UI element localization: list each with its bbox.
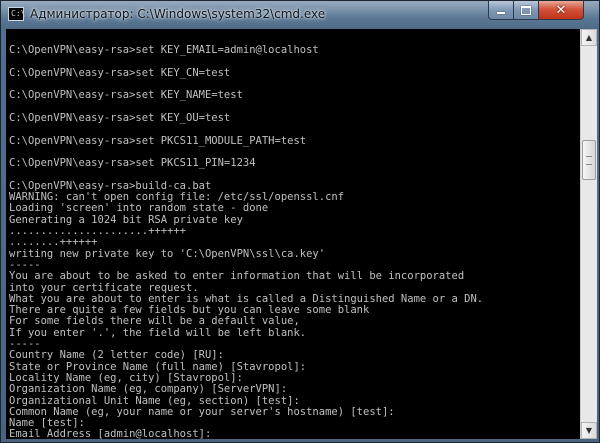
console-window: C:\ Администратор: C:\Windows\system32\c…	[0, 0, 600, 443]
console-line: C:\OpenVPN\easy-rsa>set KEY_OU=test	[9, 112, 231, 125]
maximize-button[interactable]	[513, 1, 539, 20]
console-line: Generating a 1024 bit RSA private key	[9, 213, 243, 226]
console-line: C:\OpenVPN\easy-rsa>set KEY_EMAIL=admin@…	[9, 44, 319, 57]
maximize-icon	[521, 5, 531, 15]
scroll-up-button[interactable]: ▲	[581, 29, 597, 46]
console-line: There are quite a few fields but you can…	[9, 304, 370, 317]
close-icon: ✕	[555, 2, 567, 18]
console-line: If you enter '.', the field will be left…	[9, 326, 307, 339]
console-line: Loading 'screen' into random state - don…	[9, 202, 269, 215]
console-output[interactable]: C:\OpenVPN\easy-rsa>set KEY_EMAIL=admin@…	[6, 29, 580, 439]
console-line: ........++++++	[9, 236, 98, 249]
console-line: Locality Name (eg, city) [Stavropol]:	[9, 371, 243, 384]
console-line: into your certificate request.	[9, 281, 199, 294]
console-line: Email Address [admin@localhost]:	[9, 428, 212, 439]
scroll-down-arrow-icon: ▼	[585, 426, 593, 435]
minimize-icon	[497, 12, 505, 14]
vertical-scrollbar[interactable]: ▲ ▼	[580, 29, 597, 439]
scroll-down-button[interactable]: ▼	[581, 422, 597, 439]
console-line: writing new private key to 'C:\OpenVPN\s…	[9, 247, 326, 260]
console-line: Country Name (2 letter code) [RU]:	[9, 349, 224, 362]
console-line: -----	[9, 258, 41, 271]
console-line: C:\OpenVPN\easy-rsa>build-ca.bat	[9, 179, 212, 192]
console-line: You are about to be asked to enter infor…	[9, 270, 465, 283]
console-line: C:\OpenVPN\easy-rsa>set PKCS11_PIN=1234	[9, 157, 256, 170]
console-line: What you are about to enter is what is c…	[9, 292, 484, 305]
console-line: State or Province Name (full name) [Stav…	[9, 360, 307, 373]
console-line: Organization Name (eg, company) [ServerV…	[9, 383, 288, 396]
console-line: WARNING: can't open config file: /etc/ss…	[9, 191, 345, 204]
console-line: C:\OpenVPN\easy-rsa>set PKCS11_MODULE_PA…	[9, 134, 307, 147]
close-button[interactable]: ✕	[538, 1, 584, 20]
console-line: ......................++++++	[9, 225, 187, 238]
cmd-icon[interactable]: C:\	[8, 7, 25, 21]
console-line: -----	[9, 338, 41, 351]
scroll-up-arrow-icon: ▲	[585, 33, 593, 42]
console-line: C:\OpenVPN\easy-rsa>set KEY_NAME=test	[9, 89, 243, 102]
console-line: C:\OpenVPN\easy-rsa>set KEY_CN=test	[9, 66, 231, 79]
title-bar[interactable]: C:\ Администратор: C:\Windows\system32\c…	[1, 1, 599, 29]
scroll-track[interactable]	[581, 46, 597, 422]
console-line: Name [test]:	[9, 417, 85, 430]
minimize-button[interactable]	[488, 1, 514, 20]
console-line: For some fields there will be a default …	[9, 315, 300, 328]
console-text: C:\OpenVPN\easy-rsa>set KEY_EMAIL=admin@…	[9, 34, 577, 439]
console-line: Common Name (eg, your name or your serve…	[9, 405, 395, 418]
scroll-thumb[interactable]	[582, 140, 596, 180]
console-line: Organizational Unit Name (eg, section) […	[9, 394, 300, 407]
window-title: Администратор: C:\Windows\system32\cmd.e…	[30, 7, 326, 21]
